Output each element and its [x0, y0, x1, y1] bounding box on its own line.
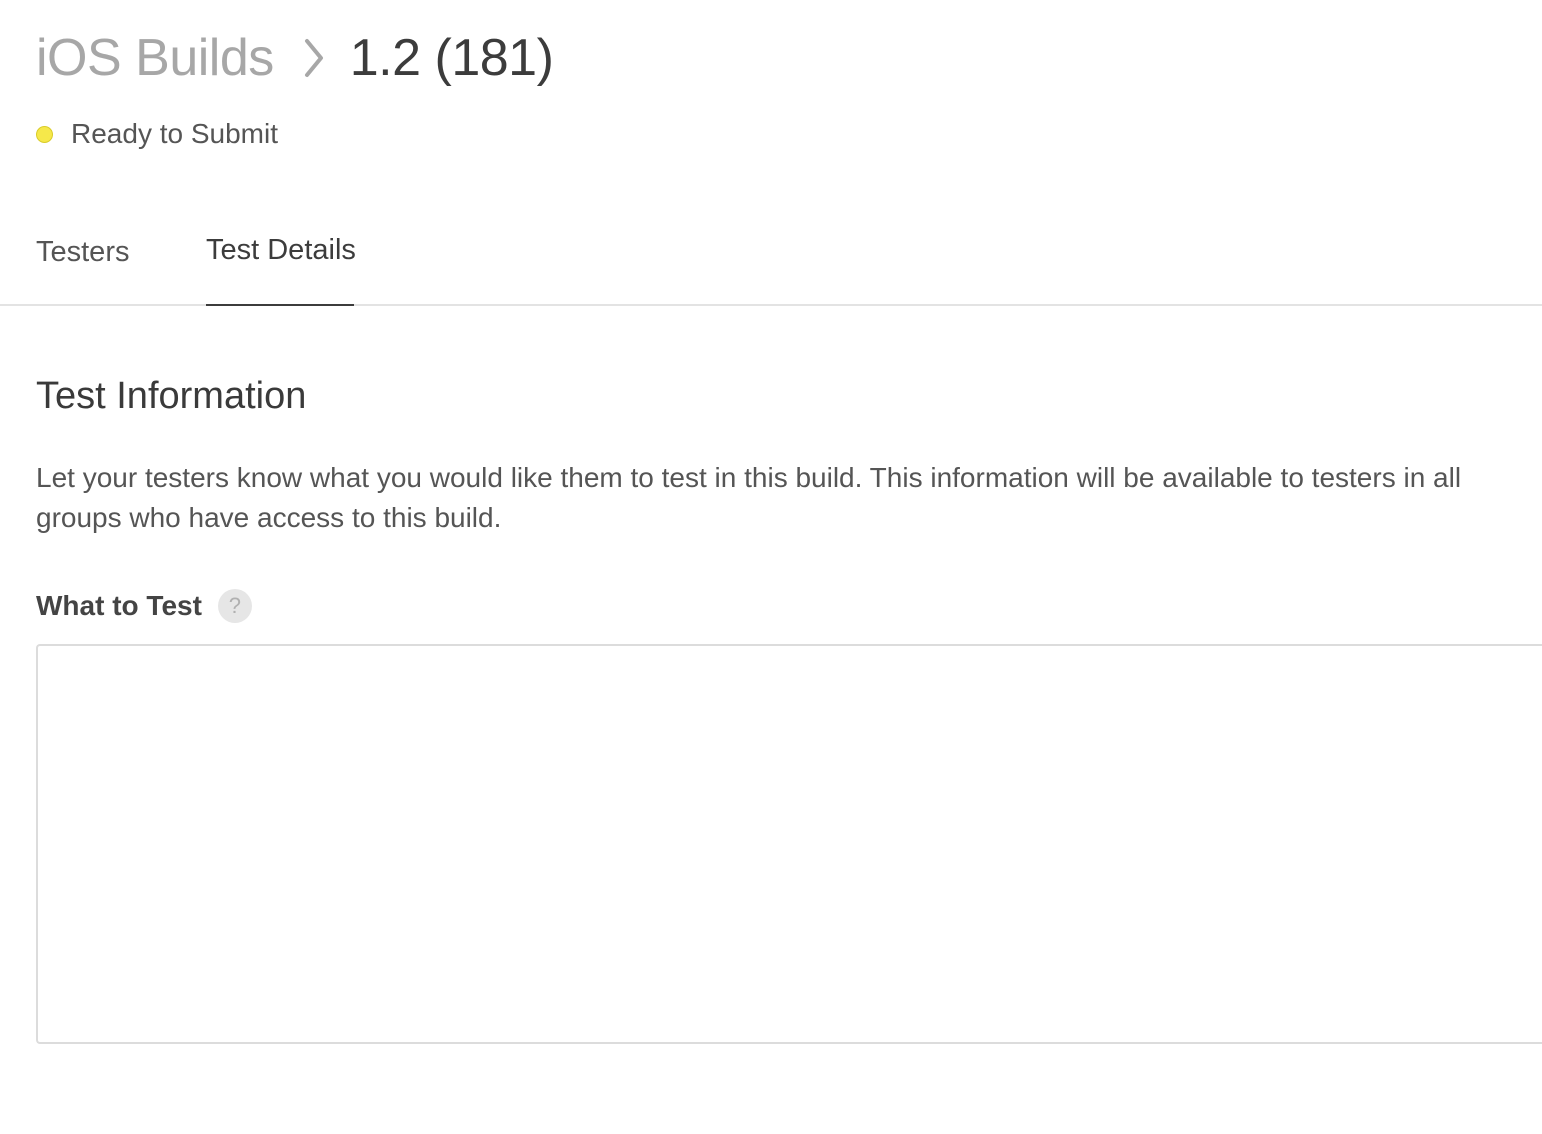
status-label: Ready to Submit — [71, 118, 278, 149]
section-description: Let your testers know what you would lik… — [36, 462, 1462, 533]
tab-bar: Testers Test Details — [0, 220, 1542, 306]
what-to-test-label: What to Test — [36, 590, 202, 621]
build-details-page: iOS Builds 1.2 (181) Ready to Submit Tes… — [0, 0, 1542, 1134]
breadcrumb-ios-builds-link[interactable]: iOS Builds — [36, 28, 274, 88]
tab-testers[interactable]: Testers — [36, 232, 129, 272]
what-to-test-label-row: What to Test ? — [36, 586, 252, 626]
breadcrumb: iOS Builds 1.2 (181) — [36, 28, 554, 88]
active-tab-indicator — [206, 304, 354, 306]
status-indicator: Ready to Submit — [36, 114, 278, 154]
help-icon[interactable]: ? — [217, 589, 252, 623]
what-to-test-textarea[interactable] — [36, 644, 1542, 1044]
section-title: Test Information — [36, 375, 307, 417]
status-dot-icon — [36, 125, 53, 143]
tab-test-details[interactable]: Test Details — [206, 230, 356, 270]
page-title: 1.2 (181) — [349, 29, 554, 87]
chevron-right-icon — [294, 28, 332, 88]
